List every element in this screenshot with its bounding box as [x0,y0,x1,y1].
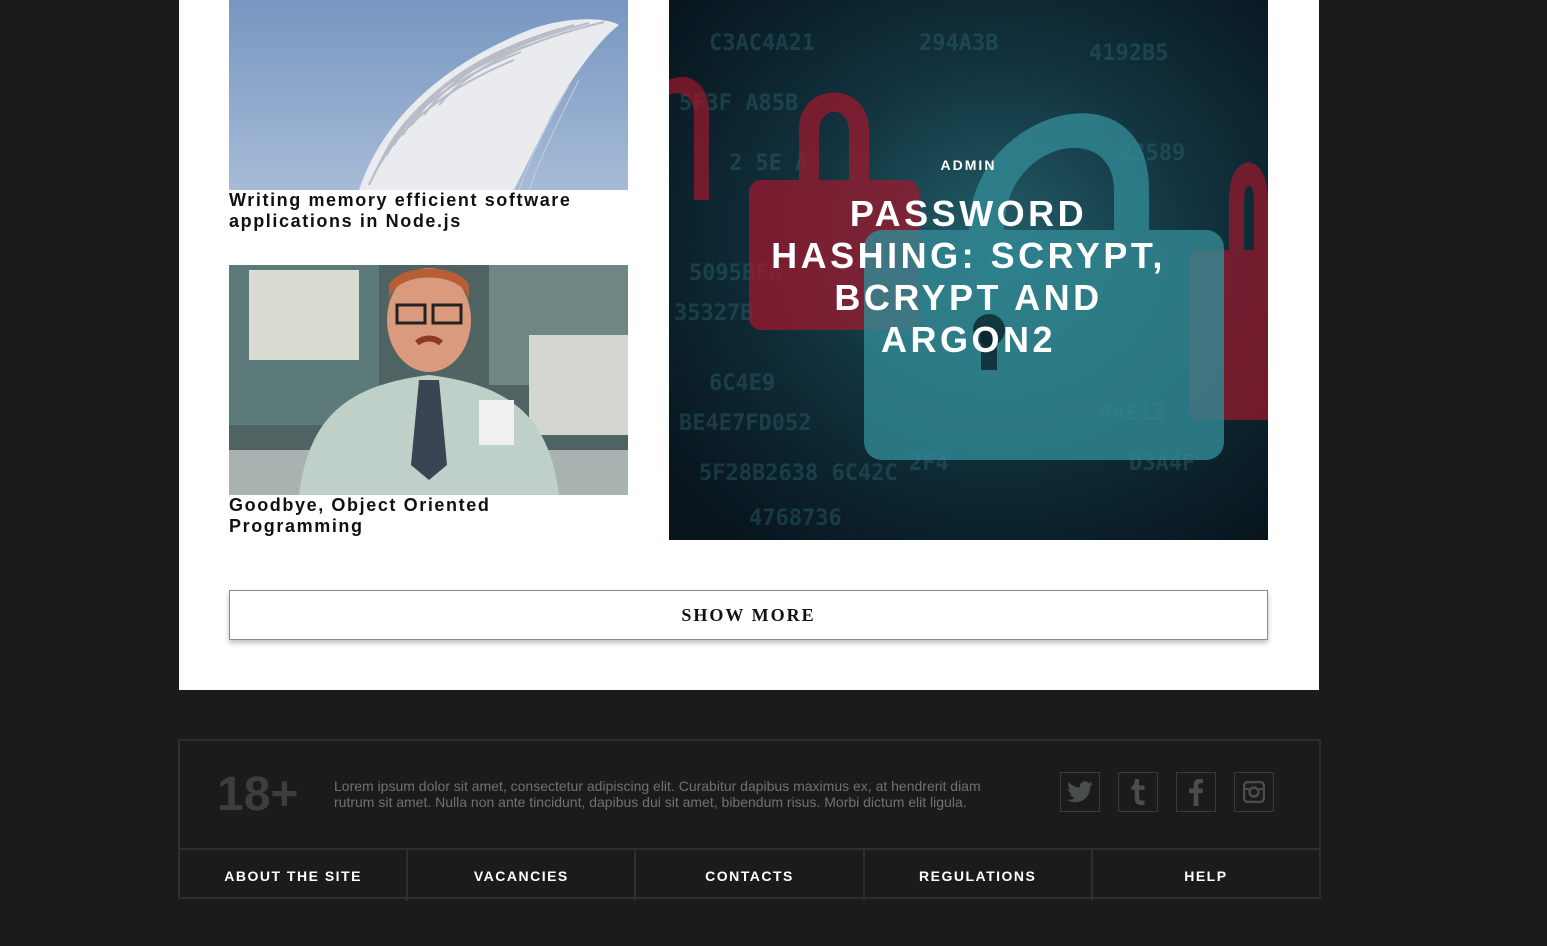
instagram-link[interactable] [1234,772,1274,812]
footer-nav-regulations[interactable]: REGULATIONS [865,850,1093,901]
post-card[interactable]: Writing memory efficient software applic… [229,0,628,232]
footer-top: 18+ Lorem ipsum dolor sit amet, consecte… [180,741,1319,850]
footer-description: Lorem ipsum dolor sit amet, consectetur … [334,778,981,810]
age-rating: 18+ [217,768,299,821]
tumblr-icon [1131,779,1145,805]
page: Writing memory efficient software applic… [0,0,1547,946]
content-area: Writing memory efficient software applic… [179,0,1319,690]
post-thumbnail[interactable] [229,0,628,190]
facebook-icon [1189,778,1203,806]
footer-nav: ABOUT THE SITE VACANCIES CONTACTS REGULA… [180,850,1319,901]
building-illustration [229,0,628,190]
tumblr-link[interactable] [1118,772,1158,812]
office-worker-photo [229,265,628,495]
footer-nav-about[interactable]: ABOUT THE SITE [180,850,409,901]
featured-overlay: ADMIN Password Hashing: Scrypt, Bcrypt a… [669,0,1268,540]
post-title[interactable]: Goodbye, Object Oriented Programming [229,495,609,537]
featured-post[interactable]: C3AC4A21 5F3F A85B 2 5E A 5095BFB 35327B… [669,0,1268,540]
social-links [1060,772,1274,812]
show-more-button[interactable]: SHOW MORE [229,590,1268,640]
twitter-link[interactable] [1060,772,1100,812]
facebook-link[interactable] [1176,772,1216,812]
featured-title[interactable]: Password Hashing: Scrypt, Bcrypt and ARG… [769,193,1168,361]
footer-nav-vacancies[interactable]: VACANCIES [408,850,637,901]
post-thumbnail[interactable] [229,265,628,495]
featured-author[interactable]: ADMIN [669,157,1268,173]
footer-nav-help[interactable]: HELP [1093,850,1319,901]
footer: 18+ Lorem ipsum dolor sit amet, consecte… [178,739,1321,901]
post-title[interactable]: Writing memory efficient software applic… [229,190,609,232]
footer-nav-contacts[interactable]: CONTACTS [636,850,865,901]
twitter-icon [1067,781,1093,803]
instagram-icon [1243,781,1265,803]
post-card[interactable]: Goodbye, Object Oriented Programming [229,265,628,537]
